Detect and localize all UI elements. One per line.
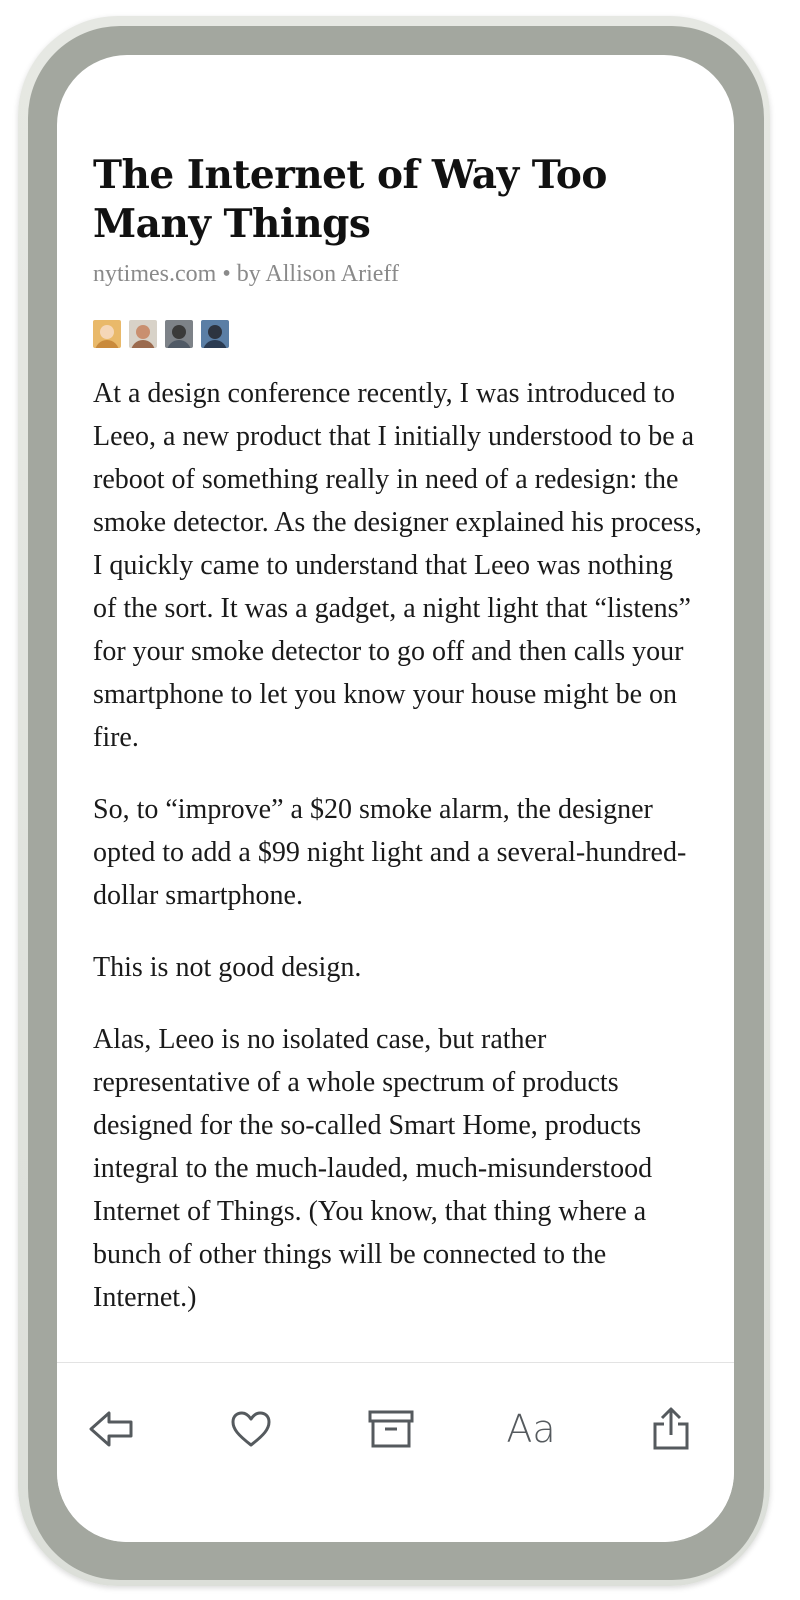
article-paragraph: At a design conference recently, I was i… <box>93 378 702 753</box>
article-title-line-2: Many Things <box>93 201 371 247</box>
article-paragraph: This is not good design. <box>93 952 362 983</box>
avatar[interactable] <box>165 320 193 348</box>
like-button[interactable] <box>223 1401 279 1457</box>
avatar[interactable] <box>129 320 157 348</box>
phone-screen: The Internet of Way Too Many Things nyti… <box>57 55 734 1542</box>
avatar-list <box>93 320 703 348</box>
back-arrow-icon <box>89 1411 133 1447</box>
article-paragraph: Alas, Leeo is no isolated case, but rath… <box>93 1024 653 1313</box>
archive-box-icon <box>368 1410 414 1448</box>
avatar[interactable] <box>201 320 229 348</box>
article-body: At a design conference recently, I was i… <box>93 372 703 1319</box>
font-settings-button[interactable]: Aa <box>503 1401 559 1457</box>
share-icon <box>653 1407 689 1450</box>
font-settings-label: Aa <box>506 1407 556 1451</box>
archive-button[interactable] <box>363 1401 419 1457</box>
article-title-line-1: The Internet of Way Too <box>93 152 607 198</box>
avatar[interactable] <box>93 320 121 348</box>
article-byline: nytimes.com • by Allison Arieff <box>93 261 399 287</box>
heart-icon <box>231 1411 271 1447</box>
article: The Internet of Way Too Many Things nyti… <box>93 151 703 1348</box>
back-button[interactable] <box>83 1401 139 1457</box>
bottom-toolbar: Aa <box>57 1362 734 1542</box>
article-paragraph: So, to “improve” a $20 smoke alarm, the … <box>93 794 687 911</box>
article-title: The Internet of Way Too Many Things <box>93 151 703 249</box>
share-button[interactable] <box>643 1401 699 1457</box>
